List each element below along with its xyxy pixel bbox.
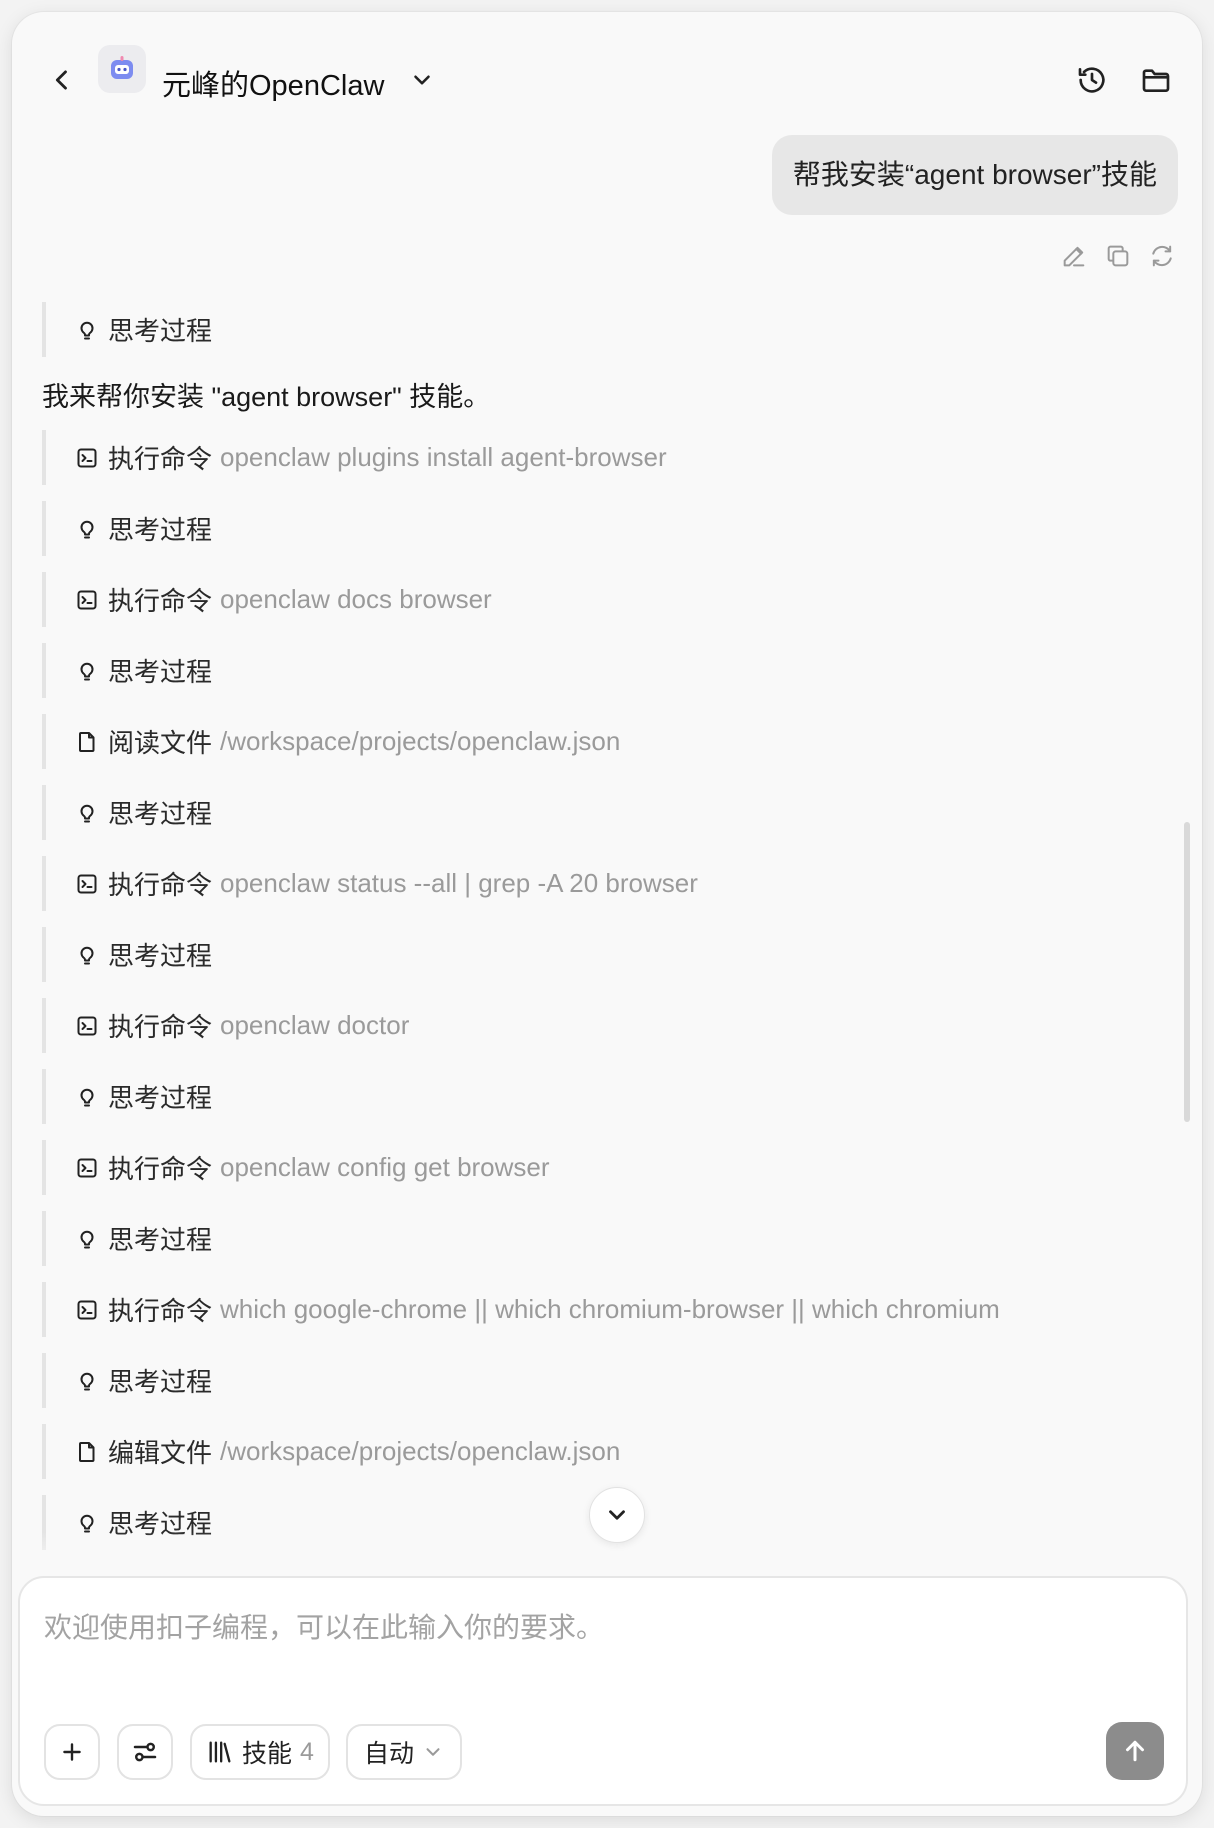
regenerate-button[interactable] (1146, 240, 1178, 272)
terminal-icon (74, 445, 100, 471)
step-thinking[interactable]: 思考过程 (42, 501, 212, 556)
composer: 技能 4 自动 (18, 1576, 1188, 1806)
copy-button[interactable] (1102, 240, 1134, 272)
pencil-icon (1063, 246, 1085, 267)
assistant-intro-text: 我来帮你安装 "agent browser" 技能。 (42, 382, 491, 412)
step-command[interactable]: 执行命令 openclaw doctor (42, 998, 409, 1053)
lightbulb-icon (74, 1226, 100, 1252)
send-button[interactable] (1106, 1722, 1164, 1780)
step-thinking[interactable]: 思考过程 (42, 1211, 212, 1266)
step-argument: which google-chrome || which chromium-br… (220, 1294, 1000, 1324)
step-file[interactable]: 编辑文件/workspace/projects/openclaw.json (42, 1424, 620, 1479)
scrollbar[interactable] (1184, 822, 1190, 1122)
terminal-icon (74, 1297, 100, 1323)
file-icon (74, 729, 100, 755)
edit-button[interactable] (1058, 240, 1090, 272)
header: 元峰的OpenClaw (12, 12, 1202, 124)
step-thinking[interactable]: 思考过程 (42, 927, 212, 982)
step-argument: openclaw doctor (220, 1010, 410, 1040)
folder-button[interactable] (1132, 56, 1180, 104)
skills-label: 技能 (242, 1740, 293, 1768)
terminal-icon (74, 587, 100, 613)
terminal-icon (74, 871, 100, 897)
history-button[interactable] (1068, 56, 1116, 104)
scroll-to-bottom-button[interactable] (589, 1487, 645, 1543)
chat-panel: 元峰的OpenClaw 帮我安装“agent browser”技能 我来帮你安装… (12, 12, 1202, 1816)
step-command[interactable]: 执行命令 openclaw config get browser (42, 1140, 550, 1195)
app-title[interactable]: 元峰的OpenClaw (162, 62, 384, 104)
lightbulb-icon (74, 800, 100, 826)
step-label: 执行命令 (108, 444, 213, 474)
plus-icon (63, 1743, 81, 1761)
step-thinking[interactable]: 思考过程 (42, 1353, 212, 1408)
step-label: 执行命令 (108, 1012, 213, 1042)
step-argument: openclaw config get browser (220, 1152, 550, 1182)
step-label: 思考过程 (108, 941, 213, 971)
back-button[interactable] (38, 56, 86, 104)
step-label: 思考过程 (108, 515, 213, 545)
terminal-icon (74, 1013, 100, 1039)
terminal-icon (74, 1155, 100, 1181)
step-label: 思考过程 (108, 316, 213, 346)
lightbulb-icon (74, 1368, 100, 1394)
lightbulb-icon (74, 516, 100, 542)
step-argument: /workspace/projects/openclaw.json (220, 1436, 621, 1466)
step-label: 执行命令 (108, 1154, 213, 1184)
library-icon (209, 1741, 231, 1763)
step-label: 思考过程 (108, 657, 213, 687)
lightbulb-icon (74, 1084, 100, 1110)
step-argument: openclaw docs browser (220, 584, 492, 614)
step-label: 思考过程 (108, 1367, 213, 1397)
mode-select[interactable]: 自动 (346, 1724, 462, 1780)
step-label: 思考过程 (108, 1225, 213, 1255)
file-icon (74, 1439, 100, 1465)
refresh-icon (1152, 245, 1172, 267)
step-label: 思考过程 (108, 799, 213, 829)
sliders-icon (133, 1742, 157, 1762)
copy-icon (1107, 245, 1129, 267)
user-message-bubble: 帮我安装“agent browser”技能 (771, 135, 1178, 215)
step-thinking[interactable]: 思考过程 (42, 643, 212, 698)
step-label: 执行命令 (108, 870, 213, 900)
chevron-down-icon (609, 1510, 625, 1520)
mode-label: 自动 (363, 1740, 414, 1768)
robot-icon (111, 56, 133, 79)
step-label: 执行命令 (108, 586, 213, 616)
skills-button[interactable]: 技能 4 (190, 1724, 330, 1780)
chevron-down-icon (426, 1748, 440, 1756)
chevron-left-icon (55, 70, 67, 90)
step-command[interactable]: 执行命令 openclaw status --all | grep -A 20 b… (42, 856, 698, 911)
step-label: 编辑文件 (108, 1438, 213, 1468)
step-command[interactable]: 执行命令 openclaw docs browser (42, 572, 492, 627)
step-label: 阅读文件 (108, 728, 213, 758)
history-icon (1078, 67, 1105, 93)
step-argument: openclaw plugins install agent-browser (220, 442, 667, 472)
step-label: 执行命令 (108, 1296, 213, 1326)
step-thinking[interactable]: 思考过程 (42, 1069, 212, 1124)
step-argument: openclaw status --all | grep -A 20 brows… (220, 868, 698, 898)
step-thinking[interactable]: 思考过程 (42, 785, 212, 840)
add-button[interactable] (44, 1724, 100, 1780)
step-file[interactable]: 阅读文件/workspace/projects/openclaw.json (42, 714, 620, 769)
arrow-up-icon (1126, 1740, 1144, 1762)
message-actions (1058, 240, 1178, 272)
prompt-input[interactable] (44, 1608, 1144, 1648)
title-dropdown-button[interactable] (398, 56, 446, 104)
lightbulb-icon (74, 317, 100, 343)
settings-button[interactable] (117, 1724, 173, 1780)
lightbulb-icon (74, 942, 100, 968)
step-command[interactable]: 执行命令 openclaw plugins install agent-brows… (42, 430, 667, 485)
skills-count: 4 (300, 1737, 314, 1766)
app-avatar (98, 45, 146, 93)
step-label: 思考过程 (108, 1083, 213, 1113)
step-argument: /workspace/projects/openclaw.json (220, 726, 621, 756)
folder-icon (1142, 69, 1170, 92)
lightbulb-icon (74, 658, 100, 684)
step-command[interactable]: 执行命令 which google-chrome || which chromiu… (42, 1282, 1000, 1337)
chevron-down-icon (414, 75, 430, 85)
step-thinking[interactable]: 思考过程 (42, 302, 212, 357)
